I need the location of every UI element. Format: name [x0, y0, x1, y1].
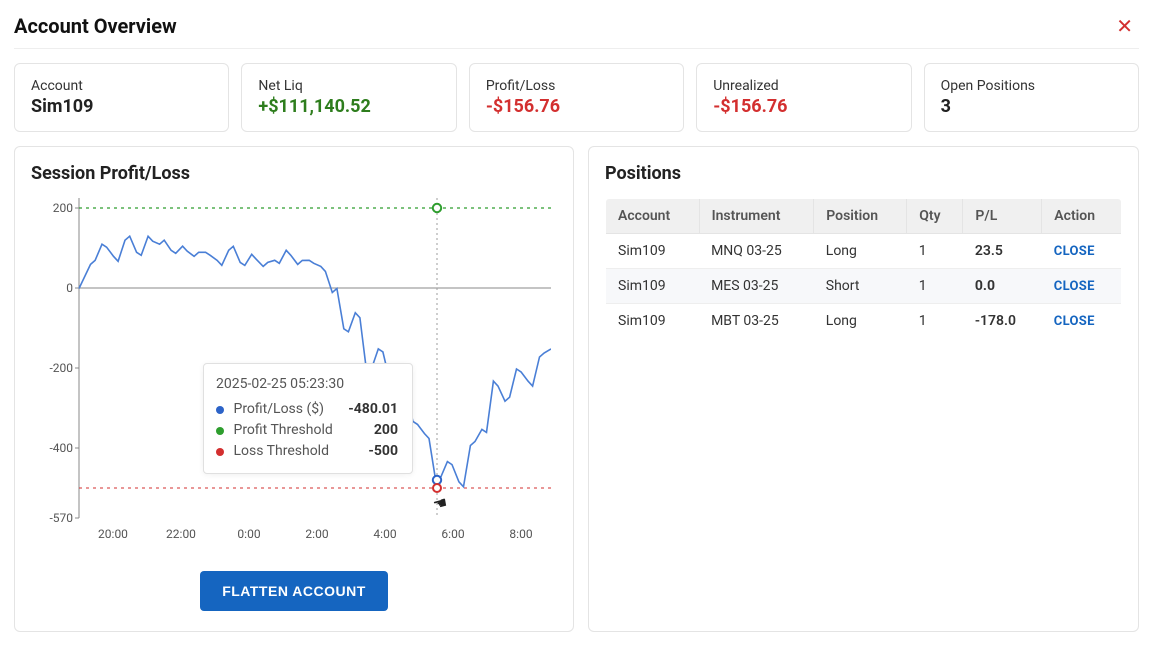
tooltip-value: 200: [374, 420, 398, 441]
col-action[interactable]: Action: [1042, 199, 1122, 234]
tooltip-row-profit: Profit Threshold 200: [216, 420, 398, 441]
cell-account: Sim109: [606, 304, 700, 339]
col-position[interactable]: Position: [814, 199, 907, 234]
card-value: 3: [941, 96, 1122, 117]
cell-instrument: MES 03-25: [699, 269, 814, 304]
x-tick: 6:00: [441, 527, 464, 541]
y-tick: -400: [49, 441, 73, 455]
x-tick: 8:00: [509, 527, 532, 541]
flatten-account-button[interactable]: FLATTEN ACCOUNT: [200, 571, 388, 611]
y-tick: 0: [66, 281, 73, 295]
col-pl[interactable]: P/L: [963, 199, 1042, 234]
positions-panel: Positions Account Instrument Position Qt…: [588, 146, 1139, 632]
card-unrealized: Unrealized -$156.76: [696, 63, 911, 132]
tooltip-date: 2025-02-25 05:23:30: [216, 374, 398, 395]
card-openpos: Open Positions 3: [924, 63, 1139, 132]
cell-qty: 1: [907, 269, 963, 304]
table-row: Sim109MNQ 03-25Long123.5 CLOSE: [606, 234, 1122, 269]
card-value: +$111,140.52: [258, 96, 439, 117]
cell-position: Long: [814, 234, 907, 269]
chart-area[interactable]: 200 0 -200 -400 -570: [31, 198, 551, 543]
card-label: Account: [31, 78, 212, 94]
card-account: Account Sim109: [14, 63, 229, 132]
card-label: Net Liq: [258, 78, 439, 94]
tooltip-row-pl: Profit/Loss ($) -480.01: [216, 399, 398, 420]
card-value: Sim109: [31, 96, 212, 117]
x-tick: 4:00: [373, 527, 396, 541]
page-title: Account Overview: [14, 14, 177, 38]
y-tick: -200: [49, 361, 73, 375]
card-label: Unrealized: [713, 78, 894, 94]
close-icon[interactable]: ✕: [1110, 16, 1139, 36]
tooltip-value: -480.01: [348, 399, 398, 420]
col-instrument[interactable]: Instrument: [699, 199, 814, 234]
dot-icon: [216, 427, 224, 435]
cell-instrument: MBT 03-25: [699, 304, 814, 339]
table-row: Sim109MBT 03-25Long1-178.0 CLOSE: [606, 304, 1122, 339]
pl-point-marker-icon: [433, 476, 441, 484]
tooltip-label: Loss Threshold: [233, 443, 329, 459]
tooltip-label: Profit/Loss ($): [233, 401, 324, 417]
cell-account: Sim109: [606, 234, 700, 269]
card-label: Open Positions: [941, 78, 1122, 94]
positions-table: Account Instrument Position Qty P/L Acti…: [605, 198, 1122, 339]
card-label: Profit/Loss: [486, 78, 667, 94]
cell-pl: 23.5: [963, 234, 1042, 269]
y-tick: 200: [53, 201, 73, 215]
tooltip-value: -500: [368, 441, 398, 462]
cell-pl: -178.0: [963, 304, 1042, 339]
close-position-button[interactable]: CLOSE: [1054, 314, 1095, 329]
close-position-button[interactable]: CLOSE: [1054, 279, 1095, 294]
card-value: -$156.76: [486, 96, 667, 117]
cell-instrument: MNQ 03-25: [699, 234, 814, 269]
close-position-button[interactable]: CLOSE: [1054, 244, 1095, 259]
profit-threshold-marker-icon: [433, 204, 441, 212]
card-pl: Profit/Loss -$156.76: [469, 63, 684, 132]
table-row: Sim109MES 03-25Short10.0 CLOSE: [606, 269, 1122, 304]
main-row: Session Profit/Loss 200 0 -200 -400 -570: [14, 146, 1139, 632]
chart-title: Session Profit/Loss: [31, 163, 557, 184]
dot-icon: [216, 406, 224, 414]
positions-title: Positions: [605, 163, 1122, 184]
chart-tooltip: 2025-02-25 05:23:30 Profit/Loss ($) -480…: [203, 363, 413, 474]
col-account[interactable]: Account: [606, 199, 700, 234]
cell-qty: 1: [907, 234, 963, 269]
header: Account Overview ✕: [14, 14, 1139, 49]
tooltip-label: Profit Threshold: [233, 422, 332, 438]
loss-threshold-marker-icon: [433, 484, 441, 492]
cell-qty: 1: [907, 304, 963, 339]
col-qty[interactable]: Qty: [907, 199, 963, 234]
card-value: -$156.76: [713, 96, 894, 117]
x-tick: 22:00: [166, 527, 196, 541]
cell-position: Short: [814, 269, 907, 304]
x-tick: 0:00: [237, 527, 260, 541]
dot-icon: [216, 448, 224, 456]
y-tick: -570: [49, 511, 73, 525]
cell-position: Long: [814, 304, 907, 339]
cell-account: Sim109: [606, 269, 700, 304]
x-tick: 20:00: [98, 527, 128, 541]
x-tick: 2:00: [305, 527, 328, 541]
card-netliq: Net Liq +$111,140.52: [241, 63, 456, 132]
cell-pl: 0.0: [963, 269, 1042, 304]
session-pl-panel: Session Profit/Loss 200 0 -200 -400 -570: [14, 146, 574, 632]
tooltip-row-loss: Loss Threshold -500: [216, 441, 398, 462]
summary-row: Account Sim109 Net Liq +$111,140.52 Prof…: [14, 63, 1139, 132]
